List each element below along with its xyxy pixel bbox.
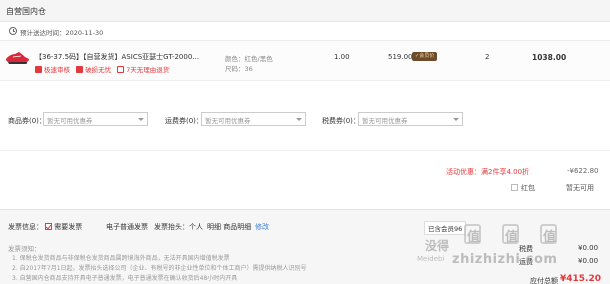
- item-price: 519.00: [388, 53, 413, 61]
- item-tag-return: 7天无理由退货: [126, 66, 170, 74]
- item-size: 尺码：36: [225, 65, 253, 73]
- item-quantity: 2: [485, 53, 490, 61]
- invoice-note-3: 3. 自营国内仓商品支持开具电子普通发票，电子普通发票在确认收货后48小时内开具: [12, 275, 238, 282]
- delivery-time: 预计送达时间：2020-11-30: [20, 29, 104, 37]
- freight-coupon-select[interactable]: 暂无可用优惠券: [201, 112, 306, 126]
- invoice-edit-link[interactable]: 修改: [255, 222, 269, 232]
- watermark-glyph-1: 值: [467, 230, 481, 245]
- member-included-badge: 已含会员96: [424, 221, 467, 235]
- invoice-note-1: 1. 保税仓发货商品与非保税仓发货商品属跨境海外商品，无法开具国内增值税发票: [12, 255, 230, 262]
- freight-coupon-label: 运费券(0)：: [165, 117, 203, 125]
- chevron-down-icon: [453, 118, 459, 121]
- total-value: ¥415.20: [560, 274, 601, 284]
- tax-coupon-select[interactable]: 暂无可用优惠券: [358, 112, 463, 126]
- invoice-row: 发票信息： 需要发票: [8, 222, 82, 232]
- shoe-thumbnail[interactable]: [5, 48, 30, 66]
- warehouse-header: 自营国内仓: [0, 0, 610, 22]
- promotion-line: 活动优惠：满2件享4.00折: [446, 167, 529, 177]
- watermark-slogan: 没得: [425, 239, 450, 253]
- warehouse-title: 自营国内仓: [6, 7, 46, 16]
- return-policy-icon: [117, 66, 125, 73]
- goods-coupon-placeholder: 暂无可用优惠券: [47, 117, 93, 125]
- invoice-title: 发票抬头：个人: [154, 223, 203, 231]
- coupon-divider: [0, 150, 610, 151]
- watermark-glyph-2: 值: [505, 230, 519, 245]
- item-tags: 极速审核 破损无忧 7天无理由退货: [35, 64, 169, 74]
- item-color: 颜色：红色/黑色: [225, 55, 273, 63]
- freight-coupon-placeholder: 暂无可用优惠券: [205, 117, 251, 125]
- invoice-label: 发票信息：: [8, 223, 43, 231]
- invoice-detail: 明细 商品明细: [207, 223, 252, 231]
- chevron-down-icon: [138, 118, 144, 121]
- item-tag-fast-review: 极速审核: [44, 66, 70, 74]
- watermark-logo: 值 值 值: [462, 222, 602, 252]
- item-name[interactable]: 【36-37.5码】【自营发货】ASICS亚瑟士GT-2000...: [35, 52, 199, 62]
- item-rate: 1.00: [334, 53, 350, 61]
- goods-coupon-label: 商品券(0)：: [8, 117, 46, 125]
- cart-item-row: 【36-37.5码】【自营发货】ASICS亚瑟士GT-2000... 极速审核 …: [0, 41, 610, 81]
- red-packet-checkbox[interactable]: [511, 184, 518, 191]
- watermark-sub: Meidebi: [417, 255, 445, 263]
- item-tag-damage: 破损无忧: [85, 66, 112, 74]
- clock-icon: [9, 27, 17, 35]
- invoice-note-2: 2. 自2017年7月1日起，发票抬头选择公司（企业、有税号的非企业性单位和个体…: [12, 265, 307, 272]
- tax-coupon-placeholder: 暂无可用优惠券: [362, 117, 408, 125]
- invoice-type: 电子普通发票: [106, 223, 148, 231]
- promotion-label: 活动优惠：: [446, 168, 481, 176]
- red-packet-label: 红包: [521, 184, 535, 192]
- promotion-amount: -¥622.80: [567, 167, 599, 175]
- freight-value: ¥0.00: [578, 257, 599, 265]
- invoice-notes-heading: 发票须知：: [8, 245, 41, 253]
- item-total: 1038.00: [532, 53, 567, 62]
- watermark-glyph-3: 值: [543, 230, 557, 245]
- chevron-down-icon: [296, 118, 302, 121]
- red-packet-value: 暂无可用: [566, 184, 594, 192]
- need-invoice-label: 需要发票: [54, 223, 83, 231]
- promotion-detail: 满2件享4.00折: [481, 168, 530, 176]
- damage-protection-icon: [76, 66, 84, 73]
- goods-coupon-select[interactable]: 暂无可用优惠券: [43, 112, 148, 126]
- need-invoice-checkbox[interactable]: [45, 223, 53, 230]
- watermark-site: zhizhizhi.com: [452, 252, 558, 267]
- total-label: 应付总额: [530, 277, 558, 284]
- tax-coupon-label: 税费券(0)：: [322, 117, 360, 125]
- fast-review-icon: [35, 66, 42, 73]
- member-price-badge: ✓会员价: [412, 52, 438, 61]
- delivery-bar: 预计送达时间：2020-11-30: [0, 22, 610, 41]
